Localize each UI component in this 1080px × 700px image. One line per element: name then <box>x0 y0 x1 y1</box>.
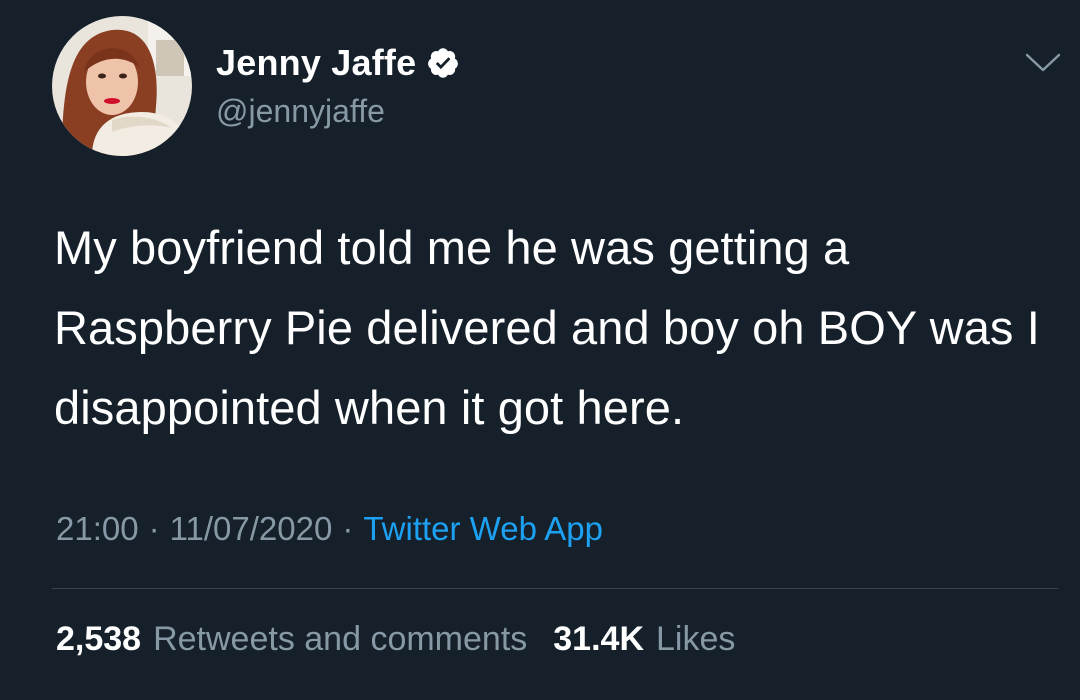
meta-separator: · <box>148 510 160 547</box>
tweet-card: Jenny Jaffe @jennyjaffe My boyfriend tol… <box>0 0 1080 700</box>
likes-stat[interactable]: 31.4K Likes <box>553 620 735 659</box>
retweets-count: 2,538 <box>56 620 142 658</box>
retweets-stat[interactable]: 2,538 Retweets and comments <box>56 620 527 659</box>
tweet-text: My boyfriend told me he was getting a Ra… <box>54 221 1040 434</box>
author-name-row[interactable]: Jenny Jaffe <box>216 40 460 86</box>
divider <box>52 588 1058 589</box>
likes-label: Likes <box>656 620 736 658</box>
verified-badge-icon <box>426 46 460 80</box>
tweet-date[interactable]: 11/07/2020 <box>170 510 333 548</box>
author-handle[interactable]: @jennyjaffe <box>216 93 385 130</box>
tweet-time[interactable]: 21:00 <box>56 510 139 548</box>
author-display-name[interactable]: Jenny Jaffe <box>216 42 416 84</box>
avatar[interactable] <box>52 16 192 156</box>
meta-separator: · <box>342 510 354 547</box>
tweet-stats: 2,538 Retweets and comments 31.4K Likes <box>56 620 735 659</box>
chevron-down-icon[interactable] <box>1024 50 1062 76</box>
avatar-image <box>52 16 192 156</box>
tweet-meta: 21:00 · 11/07/2020 · Twitter Web App <box>56 510 603 548</box>
tweet-source-link[interactable]: Twitter Web App <box>363 510 603 548</box>
retweets-label: Retweets and comments <box>153 620 528 658</box>
likes-count: 31.4K <box>553 620 644 658</box>
